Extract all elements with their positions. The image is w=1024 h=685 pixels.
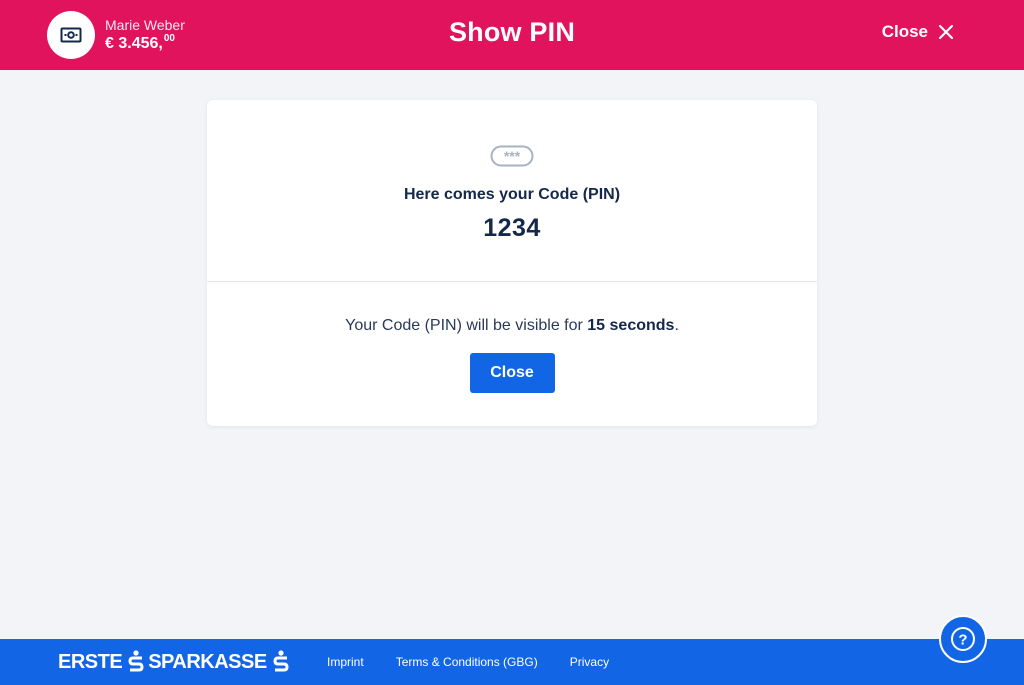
- header-close-button[interactable]: Close: [882, 22, 954, 42]
- help-button[interactable]: ?: [939, 615, 987, 663]
- page-title: Show PIN: [448, 17, 576, 47]
- erste-sparkasse-logo: ERSTE SPARKASSE: [58, 649, 293, 675]
- question-mark-icon: ?: [951, 627, 975, 651]
- sparkasse-s-icon: [128, 650, 144, 672]
- brand-erste: ERSTE: [58, 650, 123, 673]
- pin-asterisks-icon: ***: [490, 145, 534, 167]
- visibility-note-prefix: Your Code (PIN) will be visible for: [345, 317, 588, 334]
- help-label: ?: [958, 632, 967, 649]
- pin-value: 1234: [483, 214, 541, 242]
- footer-link-imprint[interactable]: Imprint: [327, 655, 364, 669]
- brand-sparkasse: SPARKASSE: [148, 650, 267, 673]
- visibility-duration: 15 seconds: [587, 317, 675, 334]
- header-close-label: Close: [881, 22, 928, 41]
- footer-link-privacy[interactable]: Privacy: [570, 655, 609, 669]
- sparkasse-s-icon-2: [273, 650, 289, 672]
- close-button[interactable]: Close: [469, 353, 555, 393]
- pin-card: *** Here comes your Code (PIN) 1234 Your…: [207, 100, 817, 426]
- pin-icon-asterisks: ***: [504, 148, 521, 164]
- pin-actions-section: Your Code (PIN) will be visible for 15 s…: [207, 282, 817, 393]
- top-bar: Marie Weber € 3.456,00 Show PIN Close: [0, 0, 1024, 70]
- footer: ERSTE SPARKASSE Imprint Terms & Conditio…: [0, 639, 1024, 685]
- footer-links: Imprint Terms & Conditions (GBG) Privacy: [327, 655, 641, 669]
- visibility-note: Your Code (PIN) will be visible for 15 s…: [207, 317, 817, 335]
- visibility-note-suffix: .: [674, 317, 679, 334]
- close-icon: [938, 24, 954, 40]
- pin-heading: Here comes your Code (PIN): [403, 186, 621, 203]
- pin-display-section: *** Here comes your Code (PIN) 1234: [207, 100, 817, 282]
- footer-link-terms[interactable]: Terms & Conditions (GBG): [396, 655, 538, 669]
